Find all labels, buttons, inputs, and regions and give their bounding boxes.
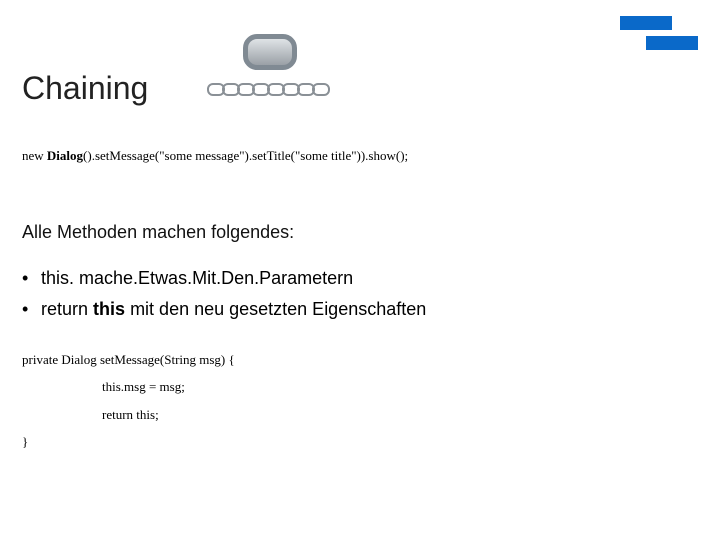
keyword-this: this bbox=[93, 299, 125, 319]
keyword-new: new bbox=[22, 148, 47, 163]
bullet-list: • this. mache.Etwas.Mit.Den.Parametern •… bbox=[22, 258, 426, 330]
list-item: • this. mache.Etwas.Mit.Den.Parametern bbox=[22, 268, 426, 289]
code-line: } bbox=[22, 428, 235, 455]
class-name: Dialog bbox=[47, 148, 83, 163]
page-title: Chaining bbox=[22, 70, 148, 107]
slide: Chaining new Dialog().setMessage("some m… bbox=[0, 0, 720, 540]
bullet-text-2-post: mit den neu gesetzten Eigenschaften bbox=[125, 299, 426, 319]
code-line: return this; bbox=[22, 401, 235, 428]
code-line: this.msg = msg; bbox=[22, 373, 235, 400]
chain-links-icon bbox=[200, 34, 340, 101]
bullet-icon: • bbox=[22, 268, 36, 289]
list-item: • return this mit den neu gesetzten Eige… bbox=[22, 299, 426, 320]
bullet-text-2-pre: return bbox=[41, 299, 93, 319]
bullet-icon: • bbox=[22, 299, 36, 320]
code-line: private Dialog setMessage(String msg) { bbox=[22, 346, 235, 373]
code-snippet-method: private Dialog setMessage(String msg) { … bbox=[22, 346, 235, 455]
brand-logo-icon bbox=[620, 16, 698, 50]
code-snippet-chaining: new Dialog().setMessage("some message").… bbox=[22, 148, 408, 164]
bullet-text-1: this. mache.Etwas.Mit.Den.Parametern bbox=[41, 268, 353, 288]
code-rest: ().setMessage("some message").setTitle("… bbox=[83, 148, 408, 163]
section-subhead: Alle Methoden machen folgendes: bbox=[22, 222, 294, 243]
